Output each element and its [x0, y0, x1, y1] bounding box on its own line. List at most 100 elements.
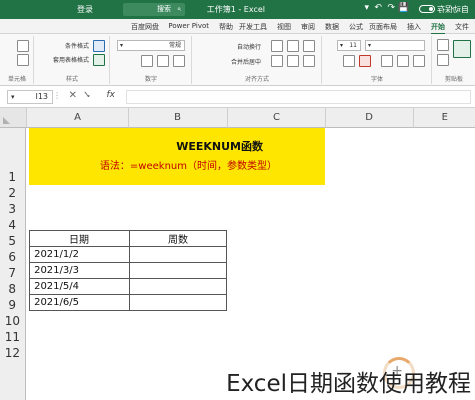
alignment-group: 自动换行 合并后居中 对齐方式 — [191, 36, 321, 84]
cells-group-label: 单元格 — [7, 76, 26, 83]
undo-icon[interactable]: ↶ — [387, 3, 395, 13]
date-cell[interactable]: 2021/5/4 — [29, 278, 130, 295]
align-left-icon[interactable] — [303, 55, 315, 67]
week-number-header[interactable]: 周数 — [129, 230, 227, 247]
date-cell[interactable]: 2021/3/3 — [29, 262, 130, 279]
column-header-a[interactable]: A — [26, 108, 128, 128]
tab-baidu-netdisk[interactable]: 百度网盘 — [131, 22, 159, 32]
document-title: 工作簿1 - Excel — [206, 5, 265, 14]
table-row: 2021/6/5 — [29, 294, 227, 311]
underline-icon[interactable] — [381, 55, 393, 67]
ribbon: 剪贴板 11 字体 自动换行 合并后居中 对齐方式 常规 — [0, 34, 475, 86]
autosave-toggle[interactable] — [419, 5, 435, 13]
date-cell[interactable]: 2021/1/2 — [29, 246, 130, 263]
row-header-12[interactable]: 12 — [0, 346, 25, 360]
cut-icon[interactable] — [437, 39, 449, 51]
font-group: 11 字体 — [321, 36, 431, 84]
row-header-7[interactable]: 7 — [0, 266, 25, 280]
italic-icon[interactable] — [397, 55, 409, 67]
delete-cells-icon[interactable] — [17, 54, 29, 66]
cancel-icon[interactable]: ✕ — [69, 90, 77, 101]
week-number-cell[interactable] — [129, 294, 227, 311]
row-header-1[interactable]: 1 — [0, 170, 25, 184]
align-center-icon[interactable] — [287, 55, 299, 67]
table-row: 2021/3/3 — [29, 262, 227, 279]
row-header-6[interactable]: 6 — [0, 250, 25, 264]
login-link[interactable]: 登录 — [77, 4, 93, 15]
align-top-icon[interactable] — [303, 40, 315, 52]
styles-group: 条件格式 套用表格格式 样式 — [33, 36, 109, 84]
align-middle-icon[interactable] — [287, 40, 299, 52]
tab-formulas[interactable]: 公式 — [349, 22, 363, 32]
tab-review[interactable]: 审阅 — [301, 22, 315, 32]
column-header-e[interactable]: E — [413, 108, 475, 128]
tab-insert[interactable]: 插入 — [407, 22, 421, 32]
title-block[interactable]: WEEKNUM函数 语法：=weeknum（时间，参数类型） — [29, 128, 325, 185]
table-row: 2021/1/2 — [29, 246, 227, 263]
name-box[interactable]: I13 — [7, 90, 53, 104]
row-header-10[interactable]: 10 — [0, 314, 25, 328]
tab-data[interactable]: 数据 — [325, 22, 339, 32]
number-group: 常规 数字 — [109, 36, 191, 84]
tab-help[interactable]: 帮助 — [219, 22, 233, 32]
comma-style-icon[interactable] — [141, 55, 153, 67]
customize-quick-access-icon[interactable]: ▾ — [364, 3, 369, 13]
conditional-format-icon[interactable] — [93, 40, 105, 52]
copy-icon[interactable] — [437, 54, 449, 66]
row-header-3[interactable]: 3 — [0, 202, 25, 216]
insert-function-icon[interactable]: fx — [107, 90, 116, 100]
formula-input[interactable] — [126, 90, 471, 104]
tab-file[interactable]: 文件 — [455, 22, 469, 32]
fill-color-icon[interactable] — [343, 55, 355, 67]
paste-icon[interactable] — [453, 40, 471, 58]
row-header-11[interactable]: 11 — [0, 330, 25, 344]
row-headers: 1 2 3 4 5 6 7 8 9 10 11 12 — [0, 128, 26, 400]
clipboard-group: 剪贴板 — [431, 36, 475, 84]
confirm-icon[interactable]: ✓ — [83, 90, 91, 101]
column-header-b[interactable]: B — [128, 108, 227, 128]
date-header[interactable]: 日期 — [29, 230, 130, 247]
syntax-text: 语法：=weeknum（时间，参数类型） — [99, 161, 277, 172]
week-number-cell[interactable] — [129, 278, 227, 295]
search-placeholder: 搜索 — [157, 5, 171, 13]
tab-page-layout[interactable]: 页面布局 — [369, 22, 397, 32]
currency-icon[interactable] — [173, 55, 185, 67]
tab-power-pivot[interactable]: Power Pivot — [168, 22, 209, 30]
cells-group: 单元格 — [0, 36, 33, 84]
align-right-icon[interactable] — [271, 55, 283, 67]
week-number-cell[interactable] — [129, 246, 227, 263]
row-header-9[interactable]: 9 — [0, 298, 25, 312]
merge-center-button[interactable]: 合并后居中 — [231, 57, 261, 66]
wrap-text-button[interactable]: 自动换行 — [237, 42, 261, 51]
caption-text: Excel日期函数使用教程 — [226, 371, 471, 397]
redo-icon[interactable]: ↷ — [374, 3, 382, 13]
date-cell[interactable]: 2021/6/5 — [29, 294, 130, 311]
font-family-dropdown[interactable] — [365, 40, 425, 51]
number-group-label: 数字 — [144, 76, 157, 83]
week-number-cell[interactable] — [129, 262, 227, 279]
insert-cells-icon[interactable] — [17, 40, 29, 52]
function-title: WEEKNUM函数 — [176, 140, 263, 153]
bold-icon[interactable] — [413, 55, 425, 67]
tab-developer[interactable]: 开发工具 — [239, 22, 267, 32]
save-icon[interactable]: 💾 — [398, 3, 409, 13]
align-bottom-icon[interactable] — [271, 40, 283, 52]
row-header-8[interactable]: 8 — [0, 282, 25, 296]
font-size-dropdown[interactable]: 11 — [337, 40, 361, 51]
percent-icon[interactable] — [157, 55, 169, 67]
search-box[interactable]: ⌕ 搜索 — [123, 3, 185, 16]
conditional-format-button[interactable]: 条件格式 — [65, 41, 89, 50]
row-header-2[interactable]: 2 — [0, 186, 25, 200]
row-header-5[interactable]: 5 — [0, 234, 25, 248]
select-all-corner[interactable] — [0, 108, 26, 128]
styles-group-label: 样式 — [65, 76, 78, 83]
column-header-c[interactable]: C — [227, 108, 325, 128]
row-header-4[interactable]: 4 — [0, 218, 25, 232]
column-header-d[interactable]: D — [325, 108, 413, 128]
font-color-icon[interactable] — [359, 55, 371, 67]
format-as-table-icon[interactable] — [93, 54, 105, 66]
format-as-table-button[interactable]: 套用表格格式 — [53, 55, 89, 64]
number-format-dropdown[interactable]: 常规 — [117, 40, 185, 51]
excel-window: 自动保存 💾 ↶ ↷ ▾ 工作簿1 - Excel ⌕ 搜索 登录 文件 开始 … — [0, 0, 475, 400]
tab-view[interactable]: 视图 — [277, 22, 291, 32]
